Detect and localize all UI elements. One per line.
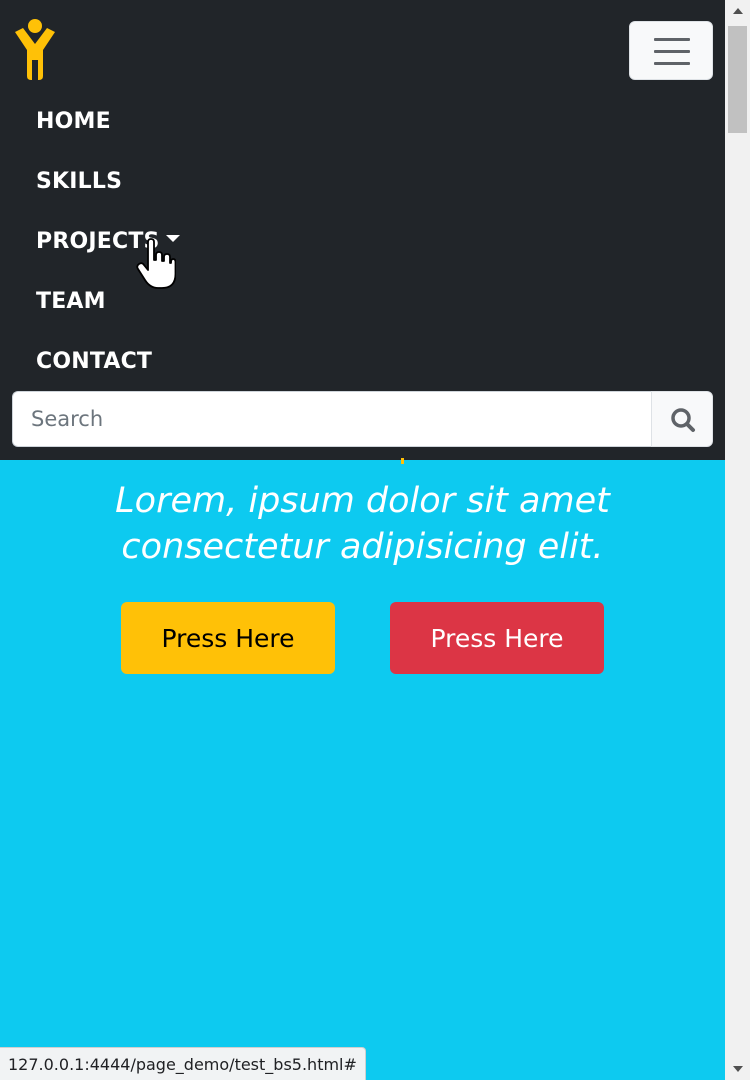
accessibility-person-icon[interactable] (12, 18, 58, 80)
search-icon (671, 408, 695, 432)
nav-item-label: TEAM (36, 289, 106, 314)
search-button[interactable] (651, 391, 713, 447)
nav-item-projects-dropdown[interactable]: PROJECTS (36, 220, 180, 280)
caret-down-icon (165, 235, 180, 242)
scrollbar-thumb[interactable] (728, 26, 747, 133)
nav-item-skills[interactable]: SKILLS (36, 160, 180, 220)
press-here-red-button[interactable]: Press Here (390, 602, 604, 674)
scroll-down-arrow-icon[interactable] (733, 1066, 743, 1072)
hero-text: Lorem, ipsum dolor sit amet consectetur … (115, 481, 610, 567)
hamburger-bar (654, 50, 690, 53)
yellow-marker (401, 458, 404, 464)
nav-menu: HOME SKILLS PROJECTS TEAM CONTACT (36, 100, 180, 400)
navbar: HOME SKILLS PROJECTS TEAM CONTACT (0, 0, 725, 460)
nav-item-team[interactable]: TEAM (36, 280, 180, 340)
search-input[interactable] (12, 391, 652, 447)
vertical-scrollbar[interactable] (725, 0, 750, 1080)
scroll-up-arrow-icon[interactable] (733, 8, 743, 14)
nav-item-label: CONTACT (36, 349, 153, 374)
navbar-toggler-button[interactable] (629, 21, 713, 80)
nav-item-label: PROJECTS (36, 229, 160, 254)
hamburger-bar (654, 62, 690, 65)
press-here-yellow-button[interactable]: Press Here (121, 602, 335, 674)
nav-item-home[interactable]: HOME (36, 100, 180, 160)
hamburger-menu-icon (654, 38, 690, 41)
nav-item-label: HOME (36, 109, 111, 134)
page: HOME SKILLS PROJECTS TEAM CONTACT Lorem,… (0, 0, 725, 1080)
status-bar-url: 127.0.0.1:4444/page_demo/test_bs5.html# (0, 1047, 366, 1080)
nav-item-label: SKILLS (36, 169, 123, 194)
